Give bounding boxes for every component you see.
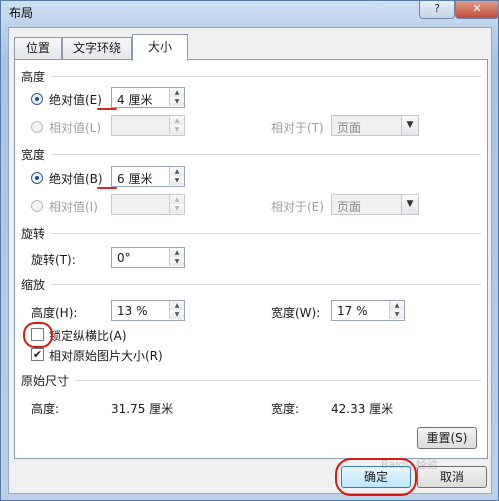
width-absolute-label: 绝对值(B): [49, 172, 103, 186]
original-height-value: 31.75 厘米: [111, 402, 174, 416]
height-section-divider: [51, 76, 481, 77]
width-relative-to-label: 相对于(E): [271, 200, 324, 214]
tab-position[interactable]: 位置: [14, 37, 62, 60]
height-relative-to-value: 页面: [337, 121, 362, 135]
spin-down-icon[interactable]: ▼: [169, 176, 184, 185]
original-width-label: 宽度:: [271, 402, 300, 416]
close-button[interactable]: ✕: [455, 1, 499, 19]
tab-size[interactable]: 大小: [132, 34, 188, 61]
height-section-title: 高度: [21, 70, 46, 84]
help-button[interactable]: ?: [419, 1, 455, 19]
spin-down-icon[interactable]: ▼: [169, 97, 184, 106]
original-width-value: 42.33 厘米: [331, 402, 394, 416]
original-height-label: 高度:: [31, 402, 60, 416]
height-relative-to-label: 相对于(T): [271, 121, 324, 135]
relative-original-checkbox[interactable]: ✔: [31, 348, 44, 361]
tab-text-wrap[interactable]: 文字环绕: [62, 37, 132, 60]
rotate-input[interactable]: 0° ▲ ▼: [111, 247, 185, 268]
height-relative-input[interactable]: ▲ ▼: [111, 115, 185, 136]
width-relative-to-value: 页面: [337, 200, 362, 214]
scale-section-title: 缩放: [21, 278, 46, 292]
width-absolute-input[interactable]: 6 厘米 ▲ ▼: [111, 166, 185, 187]
spin-up-icon[interactable]: ▲: [389, 301, 404, 310]
spin-up-icon[interactable]: ▲: [169, 167, 184, 176]
height-absolute-label: 绝对值(E): [49, 93, 102, 107]
chevron-down-icon[interactable]: ▼: [401, 116, 418, 135]
relative-original-label: 相对原始图片大小(R): [49, 349, 163, 363]
spin-down-icon[interactable]: ▼: [169, 310, 184, 319]
scale-width-spin-buttons[interactable]: ▲ ▼: [389, 301, 404, 320]
dialog-title: 布局: [9, 6, 34, 20]
dialog-client: 位置 文字环绕 大小 高度 绝对值(E) 4 厘米 ▲ ▼ 相对值(L) ▲ ▼ 相…: [8, 27, 492, 496]
spin-up-icon[interactable]: ▲: [169, 248, 184, 257]
spin-up-icon: ▲: [169, 116, 184, 125]
original-section-title: 原始尺寸: [21, 374, 70, 388]
width-relative-to-select[interactable]: 页面 ▼: [331, 194, 419, 215]
spin-up-icon: ▲: [169, 195, 184, 204]
width-relative-input[interactable]: ▲ ▼: [111, 194, 185, 215]
title-bar: 布局 ? ✕: [1, 1, 499, 25]
height-relative-radio[interactable]: [31, 121, 43, 133]
rotate-label: 旋转(T):: [31, 253, 76, 267]
height-relative-to-select[interactable]: 页面 ▼: [331, 115, 419, 136]
rotate-spin-buttons[interactable]: ▲ ▼: [169, 248, 184, 267]
scale-width-label: 宽度(W):: [271, 306, 321, 320]
scale-height-input[interactable]: 13 % ▲ ▼: [111, 300, 185, 321]
scale-height-spin-buttons[interactable]: ▲ ▼: [169, 301, 184, 320]
layout-dialog: 布局 ? ✕ 位置 文字环绕 大小 高度 绝对值(E) 4 厘米 ▲ ▼ 相对值(…: [0, 0, 499, 501]
scale-height-label: 高度(H):: [31, 306, 78, 320]
rotate-section-divider: [51, 233, 481, 234]
scale-height-value: 13 %: [117, 304, 148, 318]
height-absolute-value: 4 厘米: [117, 93, 153, 107]
red-highlight-circle: [23, 322, 53, 348]
height-relative-label: 相对值(L): [49, 121, 102, 135]
scale-width-value: 17 %: [337, 304, 368, 318]
width-section-divider: [51, 154, 481, 155]
spin-down-icon[interactable]: ▼: [389, 310, 404, 319]
size-tab-page: 高度 绝对值(E) 4 厘米 ▲ ▼ 相对值(L) ▲ ▼ 相对于(T) 页面 ▼ …: [14, 59, 488, 459]
reset-button[interactable]: 重置(S): [417, 427, 477, 449]
spin-down-icon[interactable]: ▼: [169, 257, 184, 266]
height-spin-buttons[interactable]: ▲ ▼: [169, 88, 184, 107]
width-absolute-radio[interactable]: [31, 172, 43, 184]
width-absolute-value: 6 厘米: [117, 172, 153, 186]
red-underline-mark: [97, 108, 117, 110]
spin-down-icon: ▼: [169, 204, 184, 213]
width-spin-buttons[interactable]: ▲ ▼: [169, 167, 184, 186]
red-underline-mark: [97, 187, 117, 189]
width-relative-radio[interactable]: [31, 200, 43, 212]
original-section-divider: [75, 380, 481, 381]
spin-down-icon: ▼: [169, 125, 184, 134]
watermark: Baidu 经验: [381, 458, 438, 471]
spin-up-icon[interactable]: ▲: [169, 88, 184, 97]
scale-section-divider: [51, 284, 481, 285]
scale-width-input[interactable]: 17 % ▲ ▼: [331, 300, 405, 321]
height-absolute-input[interactable]: 4 厘米 ▲ ▼: [111, 87, 185, 108]
rotate-value: 0°: [117, 251, 131, 265]
rotate-section-title: 旋转: [21, 227, 46, 241]
spin-up-icon[interactable]: ▲: [169, 301, 184, 310]
height-absolute-radio[interactable]: [31, 93, 43, 105]
chevron-down-icon[interactable]: ▼: [401, 195, 418, 214]
width-section-title: 宽度: [21, 148, 46, 162]
lock-aspect-label: 锁定纵横比(A): [49, 329, 127, 343]
width-relative-label: 相对值(I): [49, 200, 98, 214]
